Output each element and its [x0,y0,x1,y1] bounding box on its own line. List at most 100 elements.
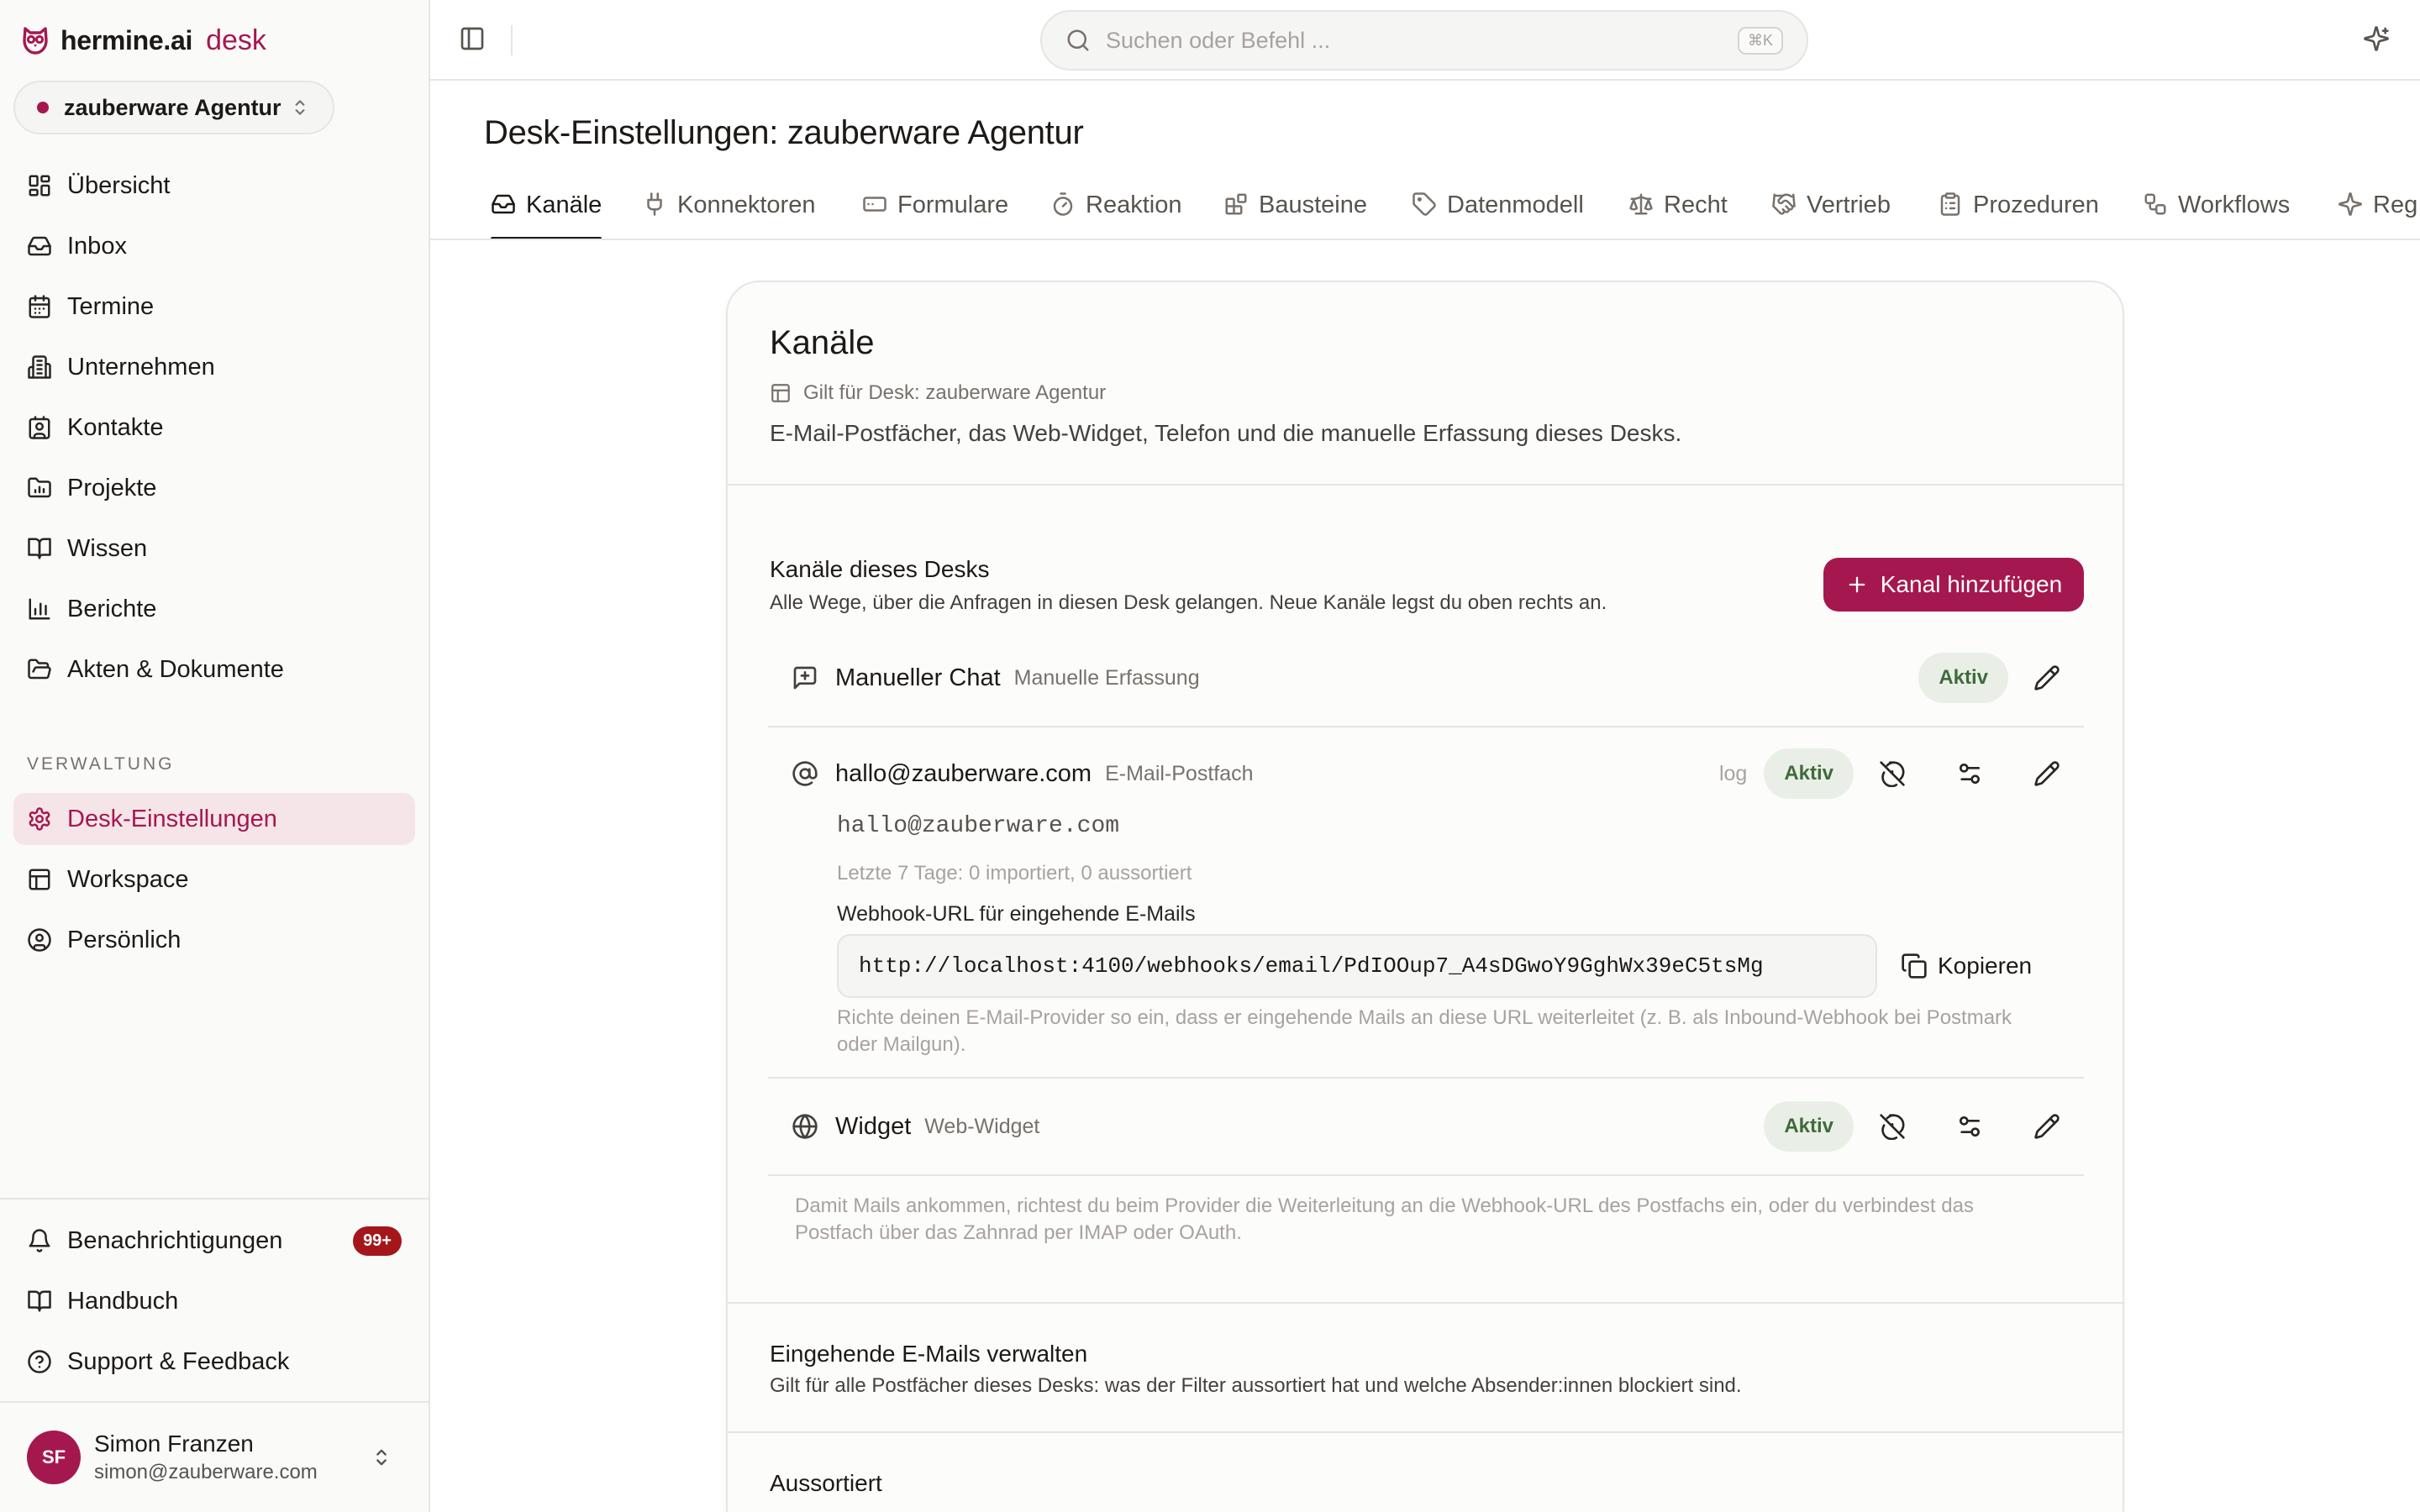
tab-workflows[interactable]: Workflows [2143,178,2290,240]
tab-formulare[interactable]: Formulare [862,178,1008,240]
tab-label: Reaktion [1086,192,1182,218]
sidebar-item-label: Übersicht [67,171,171,199]
book-icon [28,538,51,559]
add-channel-button[interactable]: Kanal hinzufügen [1823,558,2084,612]
tab-kanaele[interactable]: Kanäle [491,178,602,240]
pause-timer-button[interactable] [1854,744,1931,803]
user-circle-icon [28,928,51,952]
bell-icon [29,1229,50,1252]
sidebar-item-uebersicht[interactable]: Übersicht [13,160,415,212]
sidebar-item-desk-einstellungen[interactable]: Desk-Einstellungen [13,793,415,845]
tab-reg[interactable]: Reg [2338,178,2417,240]
footer-nav: Benachrichtigungen 99+ Handbuch Support … [13,1215,415,1396]
channels-card: Kanäle Gilt für Desk: zauberware Agentur… [726,281,2124,1512]
user-name: Simon Franzen [94,1431,254,1457]
sidebar-item-persoenlich[interactable]: Persönlich [13,914,415,966]
sidebar-item-inbox[interactable]: Inbox [13,220,415,272]
sidebar-item-berichte[interactable]: Berichte [13,583,415,635]
channel-type: E-Mail-Postfach [1105,761,1254,785]
sidebar-item-termine[interactable]: Termine [13,281,415,333]
timer-off-icon [1880,761,1905,787]
sidebar-item-benachrichtigungen[interactable]: Benachrichtigungen 99+ [13,1215,415,1267]
desk-color-dot [37,102,49,113]
brand-logo[interactable]: hermine.ai desk [18,22,266,59]
card-title: Kanäle [770,324,875,361]
row-divider [768,1174,2084,1176]
pencil-icon [2034,665,2060,690]
webhook-url-field[interactable]: http://localhost:4100/webhooks/email/PdI… [837,934,1877,998]
user-menu[interactable]: SF Simon Franzen simon@zauberware.com [27,1428,413,1487]
desk-switcher[interactable]: zauberware Agentur [13,81,334,134]
tab-label: Kanäle [526,192,602,218]
sidebar-item-kontakte[interactable]: Kontakte [13,402,415,454]
mailbox-address: hallo@zauberware.com [837,813,1120,839]
tab-konnektoren[interactable]: Konnektoren [642,178,815,240]
calendar-icon [29,295,50,318]
sidebar-item-support[interactable]: Support & Feedback [13,1336,415,1388]
workflow-icon [2144,193,2166,215]
sidebar-item-handbuch[interactable]: Handbuch [13,1275,415,1327]
tab-datenmodell[interactable]: Datenmodell [1412,178,1584,240]
tab-recht[interactable]: Recht [1628,178,1728,240]
sidebar-item-label: Akten & Dokumente [67,655,284,683]
building-icon [28,355,51,379]
sidebar-item-label: Support & Feedback [67,1347,290,1375]
timer-icon [1053,192,1073,216]
plus-icon [1849,576,1865,593]
tab-reaktion[interactable]: Reaktion [1050,178,1181,240]
mailbox-stats: Letzte 7 Tage: 0 importiert, 0 aussortie… [837,862,1192,885]
sidebar-item-label: Workspace [67,865,189,893]
tab-label: Konnektoren [677,192,816,218]
channel-name: Widget [835,1112,912,1140]
edit-channel-button[interactable] [2008,744,2086,803]
search-bar[interactable]: ⌘K [1040,10,1808,71]
sidebar-item-label: Termine [67,292,155,320]
sidebar-item-label: Projekte [67,474,157,501]
sidebar-item-projekte[interactable]: Projekte [13,462,415,514]
tab-prozeduren[interactable]: Prozeduren [1938,178,2099,240]
handshake-icon [1772,193,1796,215]
sidebar-item-wissen[interactable]: Wissen [13,522,415,575]
admin-section-label: VERWALTUNG [27,754,175,774]
sparkles-icon [2364,26,2389,51]
sidebar-item-unternehmen[interactable]: Unternehmen [13,341,415,393]
edit-channel-button[interactable] [2008,1097,2086,1156]
bar-chart-icon [29,598,50,620]
channel-settings-button[interactable] [1931,744,2008,803]
status-badge: Aktiv [1764,1101,1854,1152]
sidebar-item-label: Wissen [67,534,148,562]
tab-label: Recht [1664,192,1728,218]
channel-settings-button[interactable] [1931,1097,2008,1156]
webhook-help-text: Richte deinen E-Mail-Provider so ein, da… [837,1006,2012,1056]
tag-icon [1413,192,1436,216]
status-badge: Aktiv [1918,653,2008,703]
folder-open-icon [28,659,51,680]
search-input[interactable] [1106,27,1723,54]
user-info: Simon Franzen simon@zauberware.com [94,1431,370,1484]
sidebar-toggle-button[interactable] [459,25,486,52]
layout-icon [29,869,50,890]
edit-channel-button[interactable] [2008,648,2086,707]
tab-label: Formulare [897,192,1009,218]
tab-bausteine[interactable]: Bausteine [1223,178,1367,240]
copy-icon [1902,953,1927,979]
sidebar-item-akten[interactable]: Akten & Dokumente [13,643,415,696]
tabs-divider [430,239,2420,240]
pencil-icon [2034,761,2060,786]
section-divider [728,484,2123,486]
tab-label: Reg [2373,192,2418,218]
incoming-section-title: Eingehende E-Mails verwalten [770,1341,1088,1367]
ai-assistant-button[interactable] [2363,25,2390,52]
log-link[interactable]: log [1719,762,1747,786]
tab-vertrieb[interactable]: Vertrieb [1771,178,1891,240]
sidebar-item-workspace[interactable]: Workspace [13,853,415,906]
tab-label: Prozeduren [1973,192,2099,218]
blocks-icon [1225,193,1247,215]
pause-timer-button[interactable] [1854,1097,1931,1156]
row-divider [768,1077,2084,1079]
user-email: simon@zauberware.com [94,1461,318,1483]
webhook-label: Webhook-URL für eingehende E-Mails [837,902,1196,926]
help-circle-icon [28,1350,51,1373]
copy-webhook-button[interactable]: Kopieren [1901,946,2032,986]
channel-actions: Aktiv [1764,1097,2086,1156]
